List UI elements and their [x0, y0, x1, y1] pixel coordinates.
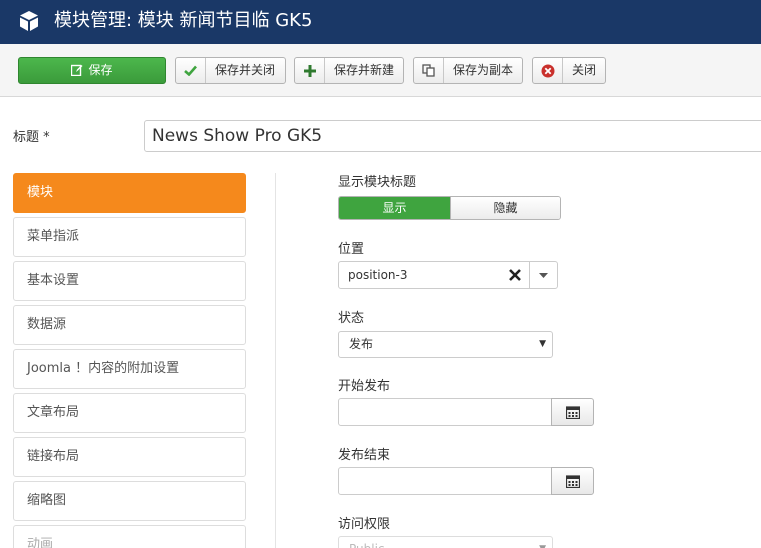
copy-icon — [414, 58, 444, 83]
sidebar-item-joomla-content[interactable]: Joomla ！内容的附加设置 — [13, 349, 246, 389]
select-arrow-icon: ▼ — [539, 537, 546, 548]
toolbar: 保存 保存并关闭 保存并新建 保存为副本 关闭 — [0, 44, 761, 97]
save-copy-label: 保存为副本 — [453, 63, 514, 77]
save-new-label: 保存并新建 — [334, 63, 395, 77]
status-label: 状态 — [338, 311, 365, 326]
close-label: 关闭 — [572, 63, 597, 77]
calendar-icon — [565, 405, 580, 419]
sidebar-item-link-layout[interactable]: 链接布局 — [13, 437, 246, 477]
finish-calendar-button[interactable] — [551, 467, 594, 495]
finish-publishing-label: 发布结束 — [338, 448, 391, 463]
show-option[interactable]: 显示 — [339, 197, 450, 219]
sidebar-item-data-source[interactable]: 数据源 — [13, 305, 246, 345]
close-button[interactable]: 关闭 — [532, 57, 606, 84]
title-label: 标题 * — [13, 130, 50, 145]
start-publishing-field — [338, 398, 594, 426]
position-select[interactable]: position-3 — [338, 261, 558, 289]
title-input[interactable]: News Show Pro GK5 — [144, 120, 761, 152]
start-publishing-label: 开始发布 — [338, 379, 391, 394]
finish-publishing-field — [338, 467, 594, 495]
save-new-button[interactable]: 保存并新建 — [294, 57, 404, 84]
status-select[interactable]: 发布 ▼ — [338, 331, 553, 358]
caret-down-icon — [539, 272, 548, 278]
sidebar-item-thumbnail[interactable]: 缩略图 — [13, 481, 246, 521]
sidebar-item-article-layout[interactable]: 文章布局 — [13, 393, 246, 433]
save-button[interactable]: 保存 — [18, 57, 166, 84]
cube-icon — [20, 11, 38, 31]
position-dropdown-toggle[interactable] — [529, 262, 557, 288]
show-title-toggle: 显示 隐藏 — [338, 196, 561, 220]
panel-divider — [275, 173, 276, 548]
page-header: 模块管理: 模块 新闻节目临 GK5 — [0, 0, 761, 44]
sidebar-item-animation[interactable]: 动画 — [13, 525, 246, 548]
start-publishing-input[interactable] — [338, 398, 552, 426]
page-title: 模块管理: 模块 新闻节目临 GK5 — [54, 10, 313, 31]
access-select[interactable]: Public ▼ — [338, 536, 553, 548]
edit-icon — [71, 64, 83, 76]
save-button-label: 保存 — [88, 63, 113, 77]
clear-icon[interactable] — [507, 267, 523, 283]
save-close-button[interactable]: 保存并关闭 — [175, 57, 286, 84]
close-circle-icon — [533, 58, 563, 83]
plus-icon — [295, 58, 325, 83]
save-close-label: 保存并关闭 — [215, 63, 276, 77]
access-value: Public — [349, 537, 385, 548]
sidebar-item-module[interactable]: 模块 — [13, 173, 246, 213]
position-label: 位置 — [338, 242, 365, 257]
finish-publishing-input[interactable] — [338, 467, 552, 495]
sidebar-item-basic-settings[interactable]: 基本设置 — [13, 261, 246, 301]
calendar-icon — [565, 474, 580, 488]
check-icon — [176, 58, 206, 83]
access-label: 访问权限 — [338, 517, 391, 532]
status-value: 发布 — [349, 337, 374, 351]
show-title-label: 显示模块标题 — [338, 175, 417, 190]
position-value: position-3 — [348, 268, 408, 282]
save-copy-button[interactable]: 保存为副本 — [413, 57, 523, 84]
sidebar-item-menu-assignment[interactable]: 菜单指派 — [13, 217, 246, 257]
start-calendar-button[interactable] — [551, 398, 594, 426]
hide-option[interactable]: 隐藏 — [450, 197, 560, 219]
select-arrow-icon: ▼ — [539, 339, 546, 349]
